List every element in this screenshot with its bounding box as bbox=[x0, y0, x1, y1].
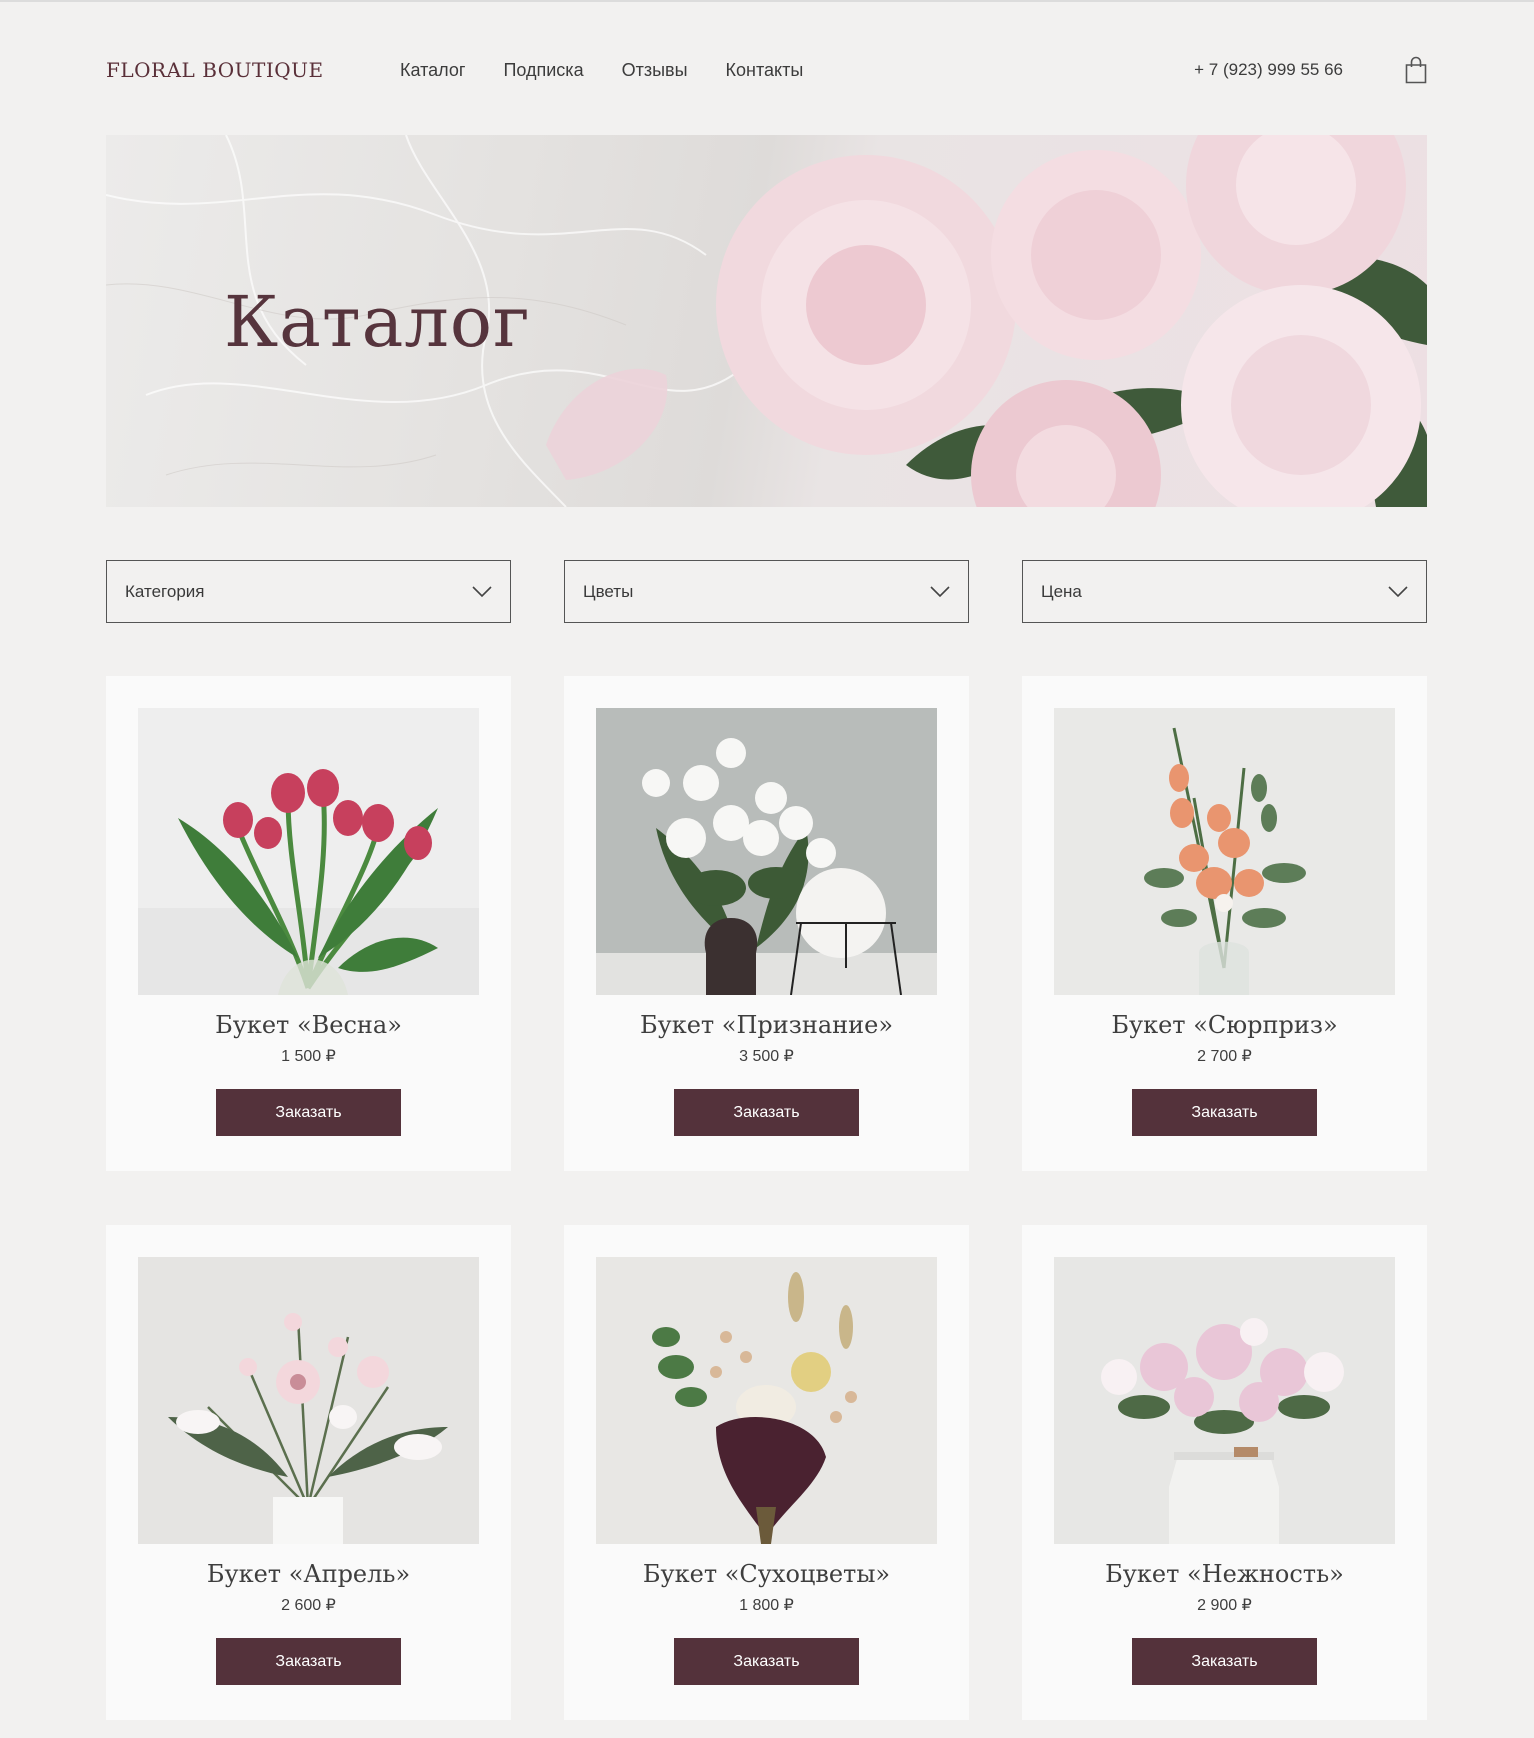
page-title: Каталог bbox=[224, 281, 531, 363]
product-card: Букет «Нежность» 2 900 ₽ Заказать bbox=[1022, 1225, 1427, 1720]
shopping-bag-icon[interactable] bbox=[1405, 56, 1427, 84]
chevron-down-icon bbox=[930, 585, 950, 597]
product-title: Букет «Апрель» bbox=[206, 1560, 411, 1588]
filter-bar: Категория Цветы Цена bbox=[106, 560, 1427, 623]
product-price: 3 500 ₽ bbox=[739, 1048, 794, 1065]
order-button[interactable]: Заказать bbox=[1132, 1089, 1317, 1136]
product-price: 2 700 ₽ bbox=[1197, 1048, 1252, 1065]
product-price: 2 600 ₽ bbox=[281, 1597, 336, 1614]
chevron-down-icon bbox=[1388, 585, 1408, 597]
nav-link-reviews[interactable]: Отзывы bbox=[622, 60, 688, 81]
product-title: Букет «Сюрприз» bbox=[1111, 1011, 1338, 1039]
product-price: 1 800 ₽ bbox=[739, 1597, 794, 1614]
product-photo[interactable] bbox=[138, 1257, 479, 1544]
product-title: Букет «Весна» bbox=[215, 1011, 402, 1039]
hero-banner: Каталог bbox=[106, 135, 1427, 507]
product-card: Букет «Сухоцветы» 1 800 ₽ Заказать bbox=[564, 1225, 969, 1720]
product-card: Букет «Признание» 3 500 ₽ Заказать bbox=[564, 676, 969, 1171]
site-header: FLORAL BOUTIQUE Каталог Подписка Отзывы … bbox=[106, 52, 1427, 88]
order-button[interactable]: Заказать bbox=[216, 1638, 401, 1685]
flowers-select[interactable]: Цветы bbox=[564, 560, 969, 623]
order-button[interactable]: Заказать bbox=[1132, 1638, 1317, 1685]
chevron-down-icon bbox=[472, 585, 492, 597]
product-title: Букет «Сухоцветы» bbox=[642, 1560, 891, 1588]
product-photo[interactable] bbox=[1054, 708, 1395, 995]
product-photo[interactable] bbox=[1054, 1257, 1395, 1544]
nav-link-contacts[interactable]: Контакты bbox=[726, 60, 804, 81]
flowers-select-label: Цветы bbox=[583, 581, 634, 601]
category-select-label: Категория bbox=[125, 581, 205, 601]
product-title: Букет «Нежность» bbox=[1105, 1560, 1344, 1588]
main-nav: Каталог Подписка Отзывы Контакты bbox=[400, 60, 803, 81]
product-title: Букет «Признание» bbox=[639, 1011, 894, 1039]
product-card: Букет «Апрель» 2 600 ₽ Заказать bbox=[106, 1225, 511, 1720]
phone-number[interactable]: + 7 (923) 999 55 66 bbox=[1194, 60, 1343, 80]
order-button[interactable]: Заказать bbox=[674, 1638, 859, 1685]
product-price: 2 900 ₽ bbox=[1197, 1597, 1252, 1614]
nav-link-subscription[interactable]: Подписка bbox=[503, 60, 583, 81]
price-select-label: Цена bbox=[1041, 581, 1082, 601]
top-divider bbox=[0, 0, 1534, 2]
product-price: 1 500 ₽ bbox=[281, 1048, 336, 1065]
product-photo[interactable] bbox=[138, 708, 479, 995]
product-card: Букет «Весна» 1 500 ₽ Заказать bbox=[106, 676, 511, 1171]
site-logo[interactable]: FLORAL BOUTIQUE bbox=[106, 58, 400, 82]
product-photo[interactable] bbox=[596, 1257, 937, 1544]
product-photo[interactable] bbox=[596, 708, 937, 995]
product-grid: Букет «Весна» 1 500 ₽ Заказать Букет «Пр… bbox=[106, 676, 1427, 1720]
order-button[interactable]: Заказать bbox=[216, 1089, 401, 1136]
nav-link-catalog[interactable]: Каталог bbox=[400, 60, 465, 81]
category-select[interactable]: Категория bbox=[106, 560, 511, 623]
price-select[interactable]: Цена bbox=[1022, 560, 1427, 623]
order-button[interactable]: Заказать bbox=[674, 1089, 859, 1136]
product-card: Букет «Сюрприз» 2 700 ₽ Заказать bbox=[1022, 676, 1427, 1171]
